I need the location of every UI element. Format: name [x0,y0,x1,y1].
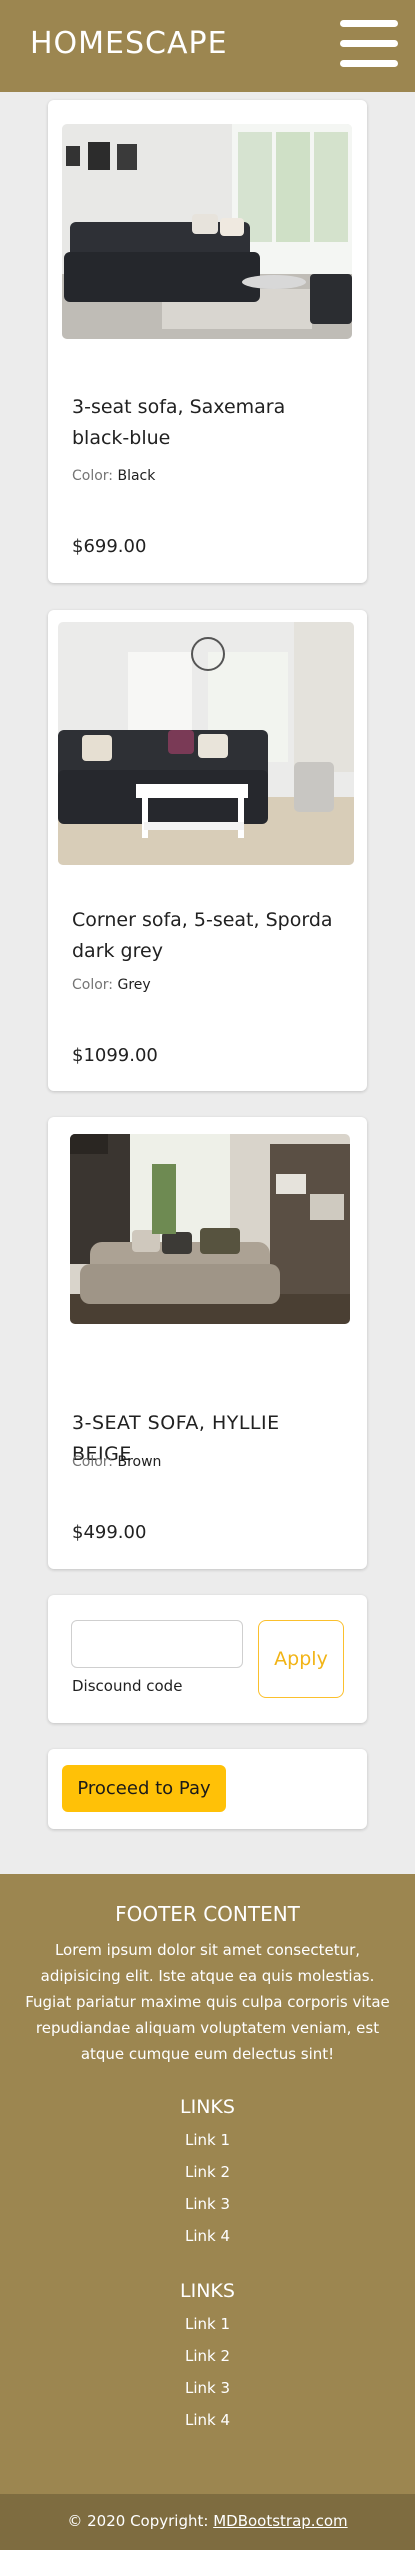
brand-logo[interactable]: HOMESCAPE [30,26,228,61]
grey-corner-sofa-image [58,622,354,865]
apply-button[interactable]: Apply [258,1620,344,1698]
footer-link[interactable]: Link 3 [0,2195,415,2213]
color-value: Brown [117,1454,162,1470]
footer-link[interactable]: Link 1 [0,2315,415,2333]
discount-card: Discound code Apply [48,1595,367,1723]
product-card: 3-SEAT SOFA, HYLLIE BEIGE Color: Brown $… [48,1117,367,1569]
color-label: Color: [72,468,118,484]
footer-link[interactable]: Link 2 [0,2347,415,2365]
product-price: $1099.00 [72,1045,158,1066]
hamburger-line [340,20,398,27]
discount-code-input[interactable] [71,1620,243,1668]
proceed-to-pay-button[interactable]: Proceed to Pay [62,1765,226,1812]
color-label: Color: [72,977,118,993]
copyright-text: © 2020 Copyright: MDBootstrap.com [0,2512,415,2530]
copyright-prefix: © 2020 Copyright: [67,2512,214,2530]
discount-code-label: Discound code [72,1677,183,1695]
links-title: LINKS [180,2280,235,2302]
product-price: $699.00 [72,536,147,557]
links-title: LINKS [180,2096,235,2118]
color-label: Color: [72,1454,118,1470]
product-name[interactable]: 3-seat sofa, Saxemara black-blue [72,392,342,454]
product-name[interactable]: Corner sofa, 5-seat, Sporda dark grey [72,905,342,967]
navbar: HOMESCAPE [0,0,415,92]
color-value: Black [117,468,156,484]
hamburger-menu-icon[interactable] [340,18,398,70]
product-color: Color: Black [72,468,155,484]
product-color: Color: Grey [72,977,151,993]
footer-link[interactable]: Link 1 [0,2131,415,2149]
checkout-card: Proceed to Pay [48,1749,367,1829]
beige-sofa-image [70,1134,350,1324]
hamburger-line [340,40,398,47]
product-card: Corner sofa, 5-seat, Sporda dark grey Co… [48,610,367,1091]
hamburger-line [340,60,398,67]
product-card: 3-seat sofa, Saxemara black-blue Color: … [48,100,367,583]
color-value: Grey [117,977,151,993]
footer: FOOTER CONTENT Lorem ipsum dolor sit ame… [0,1874,415,2550]
footer-text: Lorem ipsum dolor sit amet consectetur, … [25,1941,390,2063]
copyright-bar: © 2020 Copyright: MDBootstrap.com [0,2494,415,2550]
footer-link[interactable]: Link 2 [0,2163,415,2181]
footer-link[interactable]: Link 4 [0,2227,415,2245]
footer-link[interactable]: Link 3 [0,2379,415,2397]
footer-link[interactable]: Link 4 [0,2411,415,2429]
copyright-link[interactable]: MDBootstrap.com [213,2512,347,2530]
black-sofa-living-room-image [62,124,352,339]
product-color: Color: Brown [72,1454,161,1470]
footer-title: FOOTER CONTENT [115,1902,300,1926]
product-price: $499.00 [72,1522,147,1543]
